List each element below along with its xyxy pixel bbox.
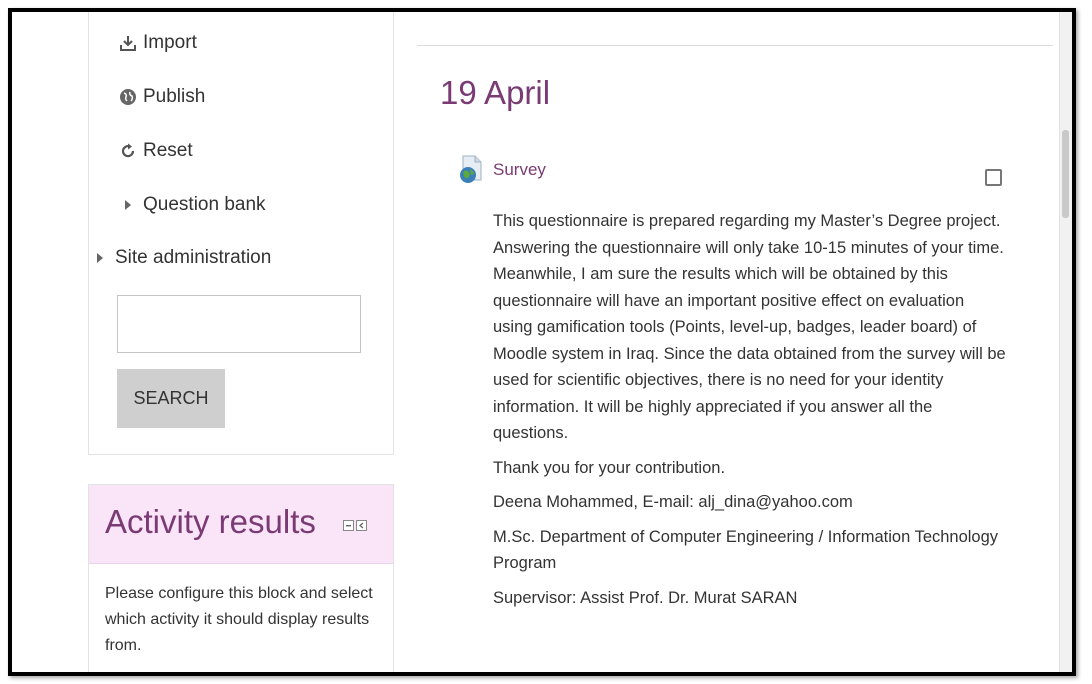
vertical-scrollbar[interactable] [1059, 12, 1072, 672]
globe-icon [117, 86, 139, 108]
description-paragraph: Thank you for your contribution. [493, 458, 726, 477]
block-header: Activity results [89, 485, 393, 564]
survey-icon [459, 155, 483, 187]
nav-item-site-administration[interactable]: Site administration [97, 247, 271, 269]
scrollbar-thumb[interactable] [1062, 130, 1069, 218]
activity-results-block: Activity results Please configure this b… [88, 484, 394, 672]
nav-item-label: Question bank [143, 194, 266, 215]
nav-item-question-bank[interactable]: Question bank [125, 194, 266, 216]
nav-item-reset[interactable]: Reset [117, 140, 193, 162]
nav-item-label: Site administration [115, 247, 272, 268]
expand-arrow-icon [125, 200, 131, 210]
expand-arrow-icon [97, 253, 103, 263]
nav-item-label: Reset [143, 140, 193, 161]
description-paragraph: This questionnaire is prepared regarding… [493, 212, 1006, 442]
description-paragraph: Supervisor: Assist Prof. Dr. Murat SARAN [493, 588, 798, 607]
block-content: Please configure this block and select w… [105, 585, 373, 654]
nav-item-label: Import [143, 32, 197, 53]
import-icon [117, 32, 139, 54]
dock-icon[interactable] [356, 520, 367, 531]
collapse-icon[interactable] [343, 520, 354, 531]
screenshot-frame: Import Publish Reset Question bank Site … [8, 8, 1076, 676]
nav-item-import[interactable]: Import [117, 32, 197, 54]
reset-icon [117, 140, 139, 162]
nav-item-publish[interactable]: Publish [117, 86, 205, 108]
navigation-block: Import Publish Reset Question bank Site … [88, 12, 394, 455]
description-paragraph: Deena Mohammed, E-mail: alj_dina@yahoo.c… [493, 493, 853, 511]
section-heading: 19 April [440, 74, 551, 111]
block-title: Activity results [105, 503, 316, 540]
survey-link[interactable]: Survey [493, 160, 546, 180]
nav-item-label: Publish [143, 86, 206, 107]
search-button[interactable]: SEARCH [117, 369, 225, 428]
description-paragraph: M.Sc. Department of Computer Engineering… [493, 527, 999, 573]
completion-checkbox[interactable] [985, 169, 1002, 186]
section-divider [417, 45, 1053, 46]
activity-description: This questionnaire is prepared regarding… [493, 208, 1008, 619]
search-input[interactable] [117, 295, 361, 353]
